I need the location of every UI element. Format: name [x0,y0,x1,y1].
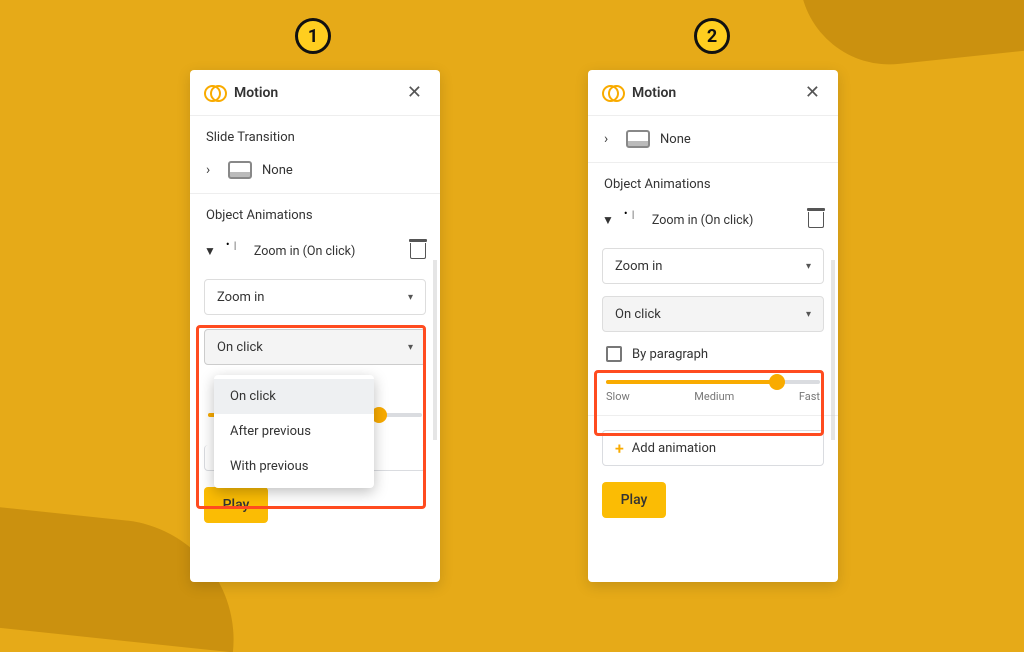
motion-panel-2: Motion ✕ › None Object Animations ▼ Zoom… [588,70,838,582]
slide-transition-label: Slide Transition [190,116,440,155]
chevron-down-icon[interactable]: ▼ [204,244,216,258]
speed-slow: Slow [606,390,630,403]
animation-item[interactable]: ▼ Zoom in (On click) [588,202,838,238]
trash-icon[interactable] [808,212,824,228]
plus-icon: + [615,439,624,458]
trigger-option-with-previous[interactable]: With previous [214,449,374,484]
scrollbar[interactable] [432,118,438,582]
add-animation-label: Add animation [632,441,716,456]
slide-transition-row[interactable]: › None [190,155,440,194]
trigger-dropdown[interactable]: On click ▾ [204,329,426,365]
play-button[interactable]: Play [602,482,666,518]
step-badge-2: 2 [694,18,730,54]
trigger-option-after-previous[interactable]: After previous [214,414,374,449]
close-icon[interactable]: ✕ [403,78,426,107]
add-animation-button[interactable]: + Add animation [602,430,824,466]
chevron-right-icon[interactable]: › [604,131,622,147]
animation-summary: Zoom in (On click) [652,213,808,228]
caret-down-icon: ▾ [408,292,413,303]
object-icon [624,213,642,227]
slide-icon [626,130,650,148]
caret-down-icon: ▾ [806,261,811,272]
animation-summary: Zoom in (On click) [254,244,410,259]
animation-item[interactable]: ▼ Zoom in (On click) [190,233,440,269]
by-paragraph-row[interactable]: By paragraph [606,346,820,362]
panel-header: Motion ✕ [190,70,440,116]
motion-panel-1: Motion ✕ Slide Transition › None Object … [190,70,440,582]
motion-icon [602,83,622,103]
caret-down-icon: ▾ [806,309,811,320]
transition-value: None [262,163,293,178]
decorative-swoosh-top [800,0,1024,73]
trigger-option-on-click[interactable]: On click [214,379,374,414]
slide-transition-row[interactable]: › None [588,116,838,163]
motion-icon [204,83,224,103]
speed-medium: Medium [694,390,734,403]
slider-fill [606,380,773,384]
trash-icon[interactable] [410,243,426,259]
panel-title: Motion [632,85,801,101]
animation-type-value: Zoom in [217,290,264,305]
scrollbar[interactable] [830,118,836,582]
step-badge-1: 1 [295,18,331,54]
trigger-dropdown-menu: On click After previous With previous [214,375,374,488]
chevron-down-icon[interactable]: ▼ [602,213,614,227]
slide-icon [228,161,252,179]
transition-value: None [660,132,691,147]
close-icon[interactable]: ✕ [801,78,824,107]
panel-header: Motion ✕ [588,70,838,116]
trigger-dropdown[interactable]: On click ▾ [602,296,824,332]
speed-slider[interactable] [606,380,820,384]
object-animations-label: Object Animations [190,194,440,233]
object-icon [226,244,244,258]
speed-fast: Fast [799,390,820,403]
slider-thumb[interactable] [769,374,785,390]
chevron-right-icon[interactable]: › [206,162,224,178]
animation-type-value: Zoom in [615,259,662,274]
play-button[interactable]: Play [204,487,268,523]
object-animations-label: Object Animations [588,163,838,202]
by-paragraph-label: By paragraph [632,347,708,362]
animation-type-dropdown[interactable]: Zoom in ▾ [602,248,824,284]
panel-title: Motion [234,85,403,101]
checkbox[interactable] [606,346,622,362]
separator [588,415,838,416]
caret-down-icon: ▾ [408,342,413,353]
animation-type-dropdown[interactable]: Zoom in ▾ [204,279,426,315]
trigger-value: On click [615,307,661,322]
speed-labels: Slow Medium Fast [606,390,820,403]
trigger-value: On click [217,340,263,355]
